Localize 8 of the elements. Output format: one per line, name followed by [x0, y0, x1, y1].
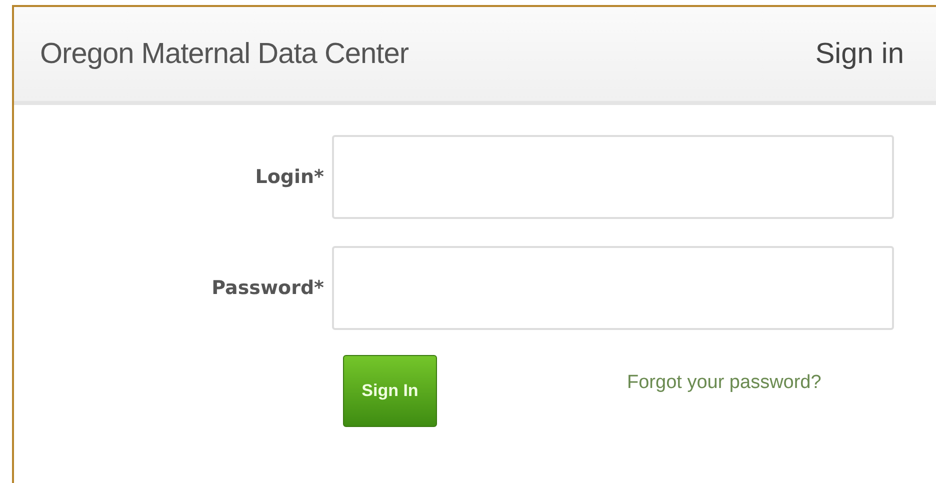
- forgot-password-link[interactable]: Forgot your password?: [627, 372, 822, 394]
- input-field[interactable]: [332, 135, 894, 219]
- input-field[interactable]: [332, 246, 894, 330]
- sign-in-link[interactable]: Sign in: [815, 38, 904, 70]
- field-label: Login*: [254, 166, 325, 188]
- sign-in-button[interactable]: Sign In: [343, 355, 437, 427]
- site-title: Oregon Maternal Data Center: [40, 38, 409, 70]
- field-label: Password*: [210, 277, 325, 299]
